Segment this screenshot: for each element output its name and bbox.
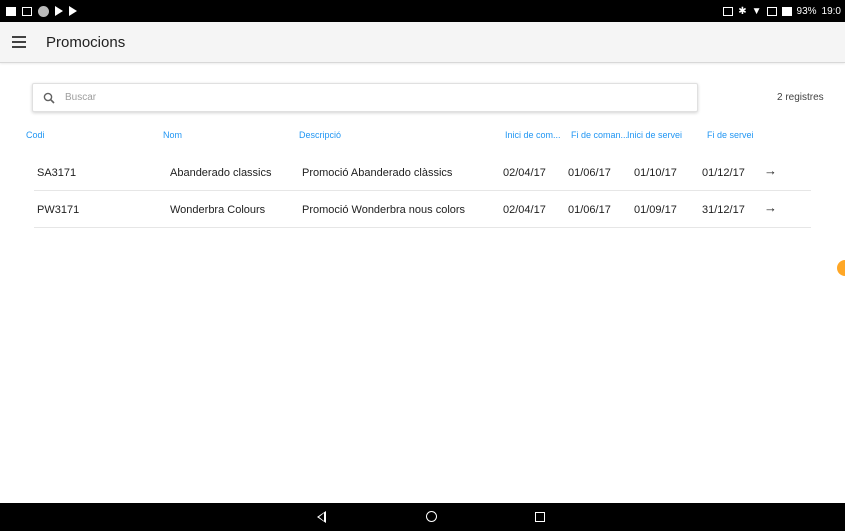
column-header-code[interactable]: Codi (26, 130, 45, 140)
cell-name: Wonderbra Colours (170, 204, 266, 216)
column-header-name[interactable]: Nom (163, 130, 182, 140)
battery-level: 93% (796, 5, 817, 17)
cell-order-end: 01/06/17 (568, 204, 611, 216)
cell-order-start: 02/04/17 (503, 204, 546, 216)
cell-order-start: 02/04/17 (503, 167, 546, 179)
cell-code: PW3171 (37, 204, 80, 216)
cast-icon (723, 6, 734, 16)
cell-code: SA3171 (37, 167, 77, 179)
column-header-order-end[interactable]: Fi de coman... (571, 130, 628, 140)
search-box[interactable] (32, 83, 698, 112)
record-count: 2 registres (777, 92, 824, 103)
clock: 19:0 (821, 5, 841, 17)
table-header: Codi Nom Descripció Inici de com... Fi d… (0, 130, 845, 144)
arrow-right-icon[interactable]: → (764, 163, 777, 178)
hamburger-menu-icon[interactable] (12, 36, 26, 48)
app-bar: Promocions (0, 22, 845, 63)
arrow-right-icon[interactable]: → (764, 200, 777, 215)
page-title: Promocions (46, 33, 126, 51)
sim-icon (766, 6, 777, 16)
bluetooth-icon: ✱ (738, 5, 747, 17)
cell-order-end: 01/06/17 (568, 167, 611, 179)
search-input[interactable] (63, 91, 667, 104)
cell-name: Abanderado classics (170, 167, 272, 179)
play-store-icon (55, 6, 63, 16)
status-notifications (0, 5, 77, 17)
cell-service-end: 01/12/17 (702, 167, 745, 179)
column-header-order-start[interactable]: Inici de com... (505, 130, 561, 140)
navigation-bar (0, 503, 845, 531)
video-icon (6, 6, 16, 16)
table-row[interactable]: SA3171 Abanderado classics Promoció Aban… (34, 154, 811, 191)
wifi-icon: ▼ (751, 5, 762, 17)
cell-service-start: 01/10/17 (634, 167, 677, 179)
cell-description: Promoció Wonderbra nous colors (302, 204, 466, 216)
floating-action-button[interactable] (837, 260, 845, 276)
table-row[interactable]: PW3171 Wonderbra Colours Promoció Wonder… (34, 191, 811, 228)
cell-description: Promoció Abanderado clàssics (302, 167, 453, 179)
column-header-service-start[interactable]: Inici de servei (627, 130, 682, 140)
status-system: ✱ ▼ 93% 19:0 (723, 6, 845, 17)
gallery-icon (22, 6, 32, 16)
column-header-description[interactable]: Descripció (299, 130, 341, 140)
cell-service-start: 01/09/17 (634, 204, 677, 216)
back-icon[interactable] (317, 511, 326, 523)
column-header-service-end[interactable]: Fi de servei (707, 130, 754, 140)
recent-apps-icon[interactable] (535, 512, 545, 522)
play-icon (69, 6, 77, 16)
search-icon (43, 92, 55, 104)
status-bar: ✱ ▼ 93% 19:0 (0, 0, 845, 22)
cell-service-end: 31/12/17 (702, 204, 745, 216)
battery-icon (781, 6, 792, 16)
browser-icon (38, 5, 49, 17)
home-icon[interactable] (426, 511, 437, 522)
